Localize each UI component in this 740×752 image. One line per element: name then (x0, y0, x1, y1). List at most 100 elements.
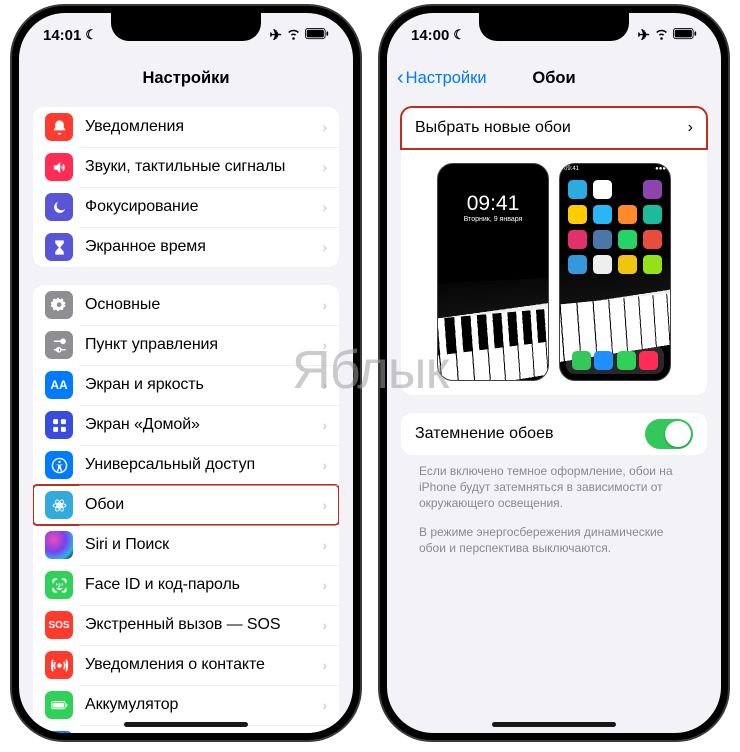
battery-icon (673, 27, 697, 44)
nav-header: ‹ Настройки Обои (387, 57, 721, 99)
back-label: Настройки (406, 69, 487, 88)
radio-icon (45, 651, 73, 679)
moon-icon (45, 193, 73, 221)
settings-row-экран-домой-[interactable]: Экран «Домой»› (33, 405, 339, 445)
sos-icon: SOS (45, 611, 73, 639)
preview-date: Вторник, 9 января (438, 216, 548, 223)
piano-wallpaper (437, 276, 549, 381)
dnd-moon-icon: ☾ (453, 27, 465, 43)
settings-row-экранное-время[interactable]: Экранное время› (33, 227, 339, 267)
row-label: Экран и яркость (85, 376, 322, 394)
row-label: Звуки, тактильные сигналы (85, 158, 322, 176)
grid-icon (45, 411, 73, 439)
chevron-right-icon: › (322, 239, 327, 255)
settings-row-звуки-тактильные-сигналы[interactable]: Звуки, тактильные сигналы› (33, 147, 339, 187)
notch (111, 13, 261, 41)
hourglass-icon (45, 233, 73, 261)
siri-icon (45, 531, 73, 559)
screen-left: 14:01 ☾ ✈︎ Настройки Уведомления›Звуки, … (19, 13, 353, 733)
settings-row-обои[interactable]: Обои› (33, 485, 339, 525)
settings-row-основные[interactable]: Основные› (33, 285, 339, 325)
dock (566, 346, 664, 374)
settings-row-экстренный-вызов-sos[interactable]: SOS Экстренный вызов — SOS› (33, 605, 339, 645)
app-icon (593, 255, 612, 274)
chevron-left-icon: ‹ (397, 68, 404, 88)
aa-icon: AA (45, 371, 73, 399)
settings-row-уведомления[interactable]: Уведомления› (33, 107, 339, 147)
bell-icon (45, 113, 73, 141)
settings-row-экран-и-яркость[interactable]: AA Экран и яркость› (33, 365, 339, 405)
row-label: Экстренный вызов — SOS (85, 616, 322, 634)
chevron-right-icon: › (322, 457, 327, 473)
chevron-right-icon: › (322, 199, 327, 215)
chevron-right-icon: › (322, 617, 327, 633)
choose-wallpaper-group: Выбрать новые обои › 09:41 Вторник, 9 ян… (401, 107, 707, 395)
app-icon (643, 255, 662, 274)
chevron-right-icon: › (322, 657, 327, 673)
hand-icon (45, 731, 73, 733)
settings-row-фокусирование[interactable]: Фокусирование› (33, 187, 339, 227)
settings-group-1: Уведомления›Звуки, тактильные сигналы›Фо… (33, 107, 339, 267)
page-title: Обои (532, 69, 575, 88)
app-icon (593, 205, 612, 224)
preview-clock: 09:41 (438, 192, 548, 216)
dnd-moon-icon: ☾ (85, 27, 97, 43)
chevron-right-icon: › (322, 537, 327, 553)
row-label: Универсальный доступ (85, 456, 322, 474)
settings-row-универсальный-доступ[interactable]: Универсальный доступ› (33, 445, 339, 485)
row-label: Основные (85, 296, 322, 314)
chevron-right-icon: › (322, 377, 327, 393)
homescreen-preview[interactable]: 09:41●●● (559, 163, 671, 381)
nav-header: Настройки (19, 57, 353, 99)
app-icon (568, 230, 587, 249)
app-icon (618, 230, 637, 249)
row-label: Аккумулятор (85, 696, 322, 714)
flower-icon (45, 491, 73, 519)
back-button[interactable]: ‹ Настройки (397, 68, 487, 88)
app-icon (568, 255, 587, 274)
settings-row-уведомления-о-контакте[interactable]: Уведомления о контакте› (33, 645, 339, 685)
home-indicator[interactable] (492, 722, 616, 727)
airplane-icon: ✈︎ (637, 26, 650, 44)
settings-row-face-id-и-код-пароль[interactable]: Face ID и код-пароль› (33, 565, 339, 605)
notch (479, 13, 629, 41)
wifi-icon (654, 26, 669, 45)
row-label: Экранное время (85, 238, 322, 256)
page-title: Настройки (142, 69, 229, 88)
app-icon (618, 255, 637, 274)
row-label: Пункт управления (85, 336, 322, 354)
row-label: Фокусирование (85, 198, 322, 216)
status-time: 14:00 (411, 27, 449, 44)
dim-wallpaper-row: Затемнение обоев (401, 413, 707, 455)
app-icon-grid (568, 180, 662, 274)
row-label: Экран «Домой» (85, 416, 322, 434)
app-icon (643, 205, 662, 224)
row-label: Обои (85, 496, 322, 514)
screen-right: 14:00 ☾ ✈︎ ‹ Настройки Обои (387, 13, 721, 733)
wallpaper-content[interactable]: Выбрать новые обои › 09:41 Вторник, 9 ян… (387, 99, 721, 733)
row-label: Siri и Поиск (85, 536, 322, 554)
wifi-icon (286, 26, 301, 45)
app-icon (618, 180, 637, 199)
app-icon (568, 205, 587, 224)
chevron-right-icon: › (322, 337, 327, 353)
chevron-right-icon: › (322, 159, 327, 175)
home-indicator[interactable] (124, 722, 248, 727)
choose-wallpaper-label: Выбрать новые обои (415, 119, 571, 137)
battery-icon (45, 691, 73, 719)
app-icon (643, 180, 662, 199)
settings-group-2: Основные›Пункт управления›AAЭкран и ярко… (33, 285, 339, 733)
lockscreen-preview[interactable]: 09:41 Вторник, 9 января (437, 163, 549, 381)
settings-row-аккумулятор[interactable]: Аккумулятор› (33, 685, 339, 725)
chevron-right-icon: › (688, 119, 693, 137)
footnote-2: В режиме энергосбережения динамические о… (401, 520, 707, 564)
settings-row-пункт-управления[interactable]: Пункт управления› (33, 325, 339, 365)
choose-new-wallpaper-row[interactable]: Выбрать новые обои › (401, 107, 707, 149)
settings-content[interactable]: Уведомления›Звуки, тактильные сигналы›Фо… (19, 99, 353, 733)
dim-wallpaper-toggle[interactable] (645, 419, 693, 449)
chevron-right-icon: › (322, 697, 327, 713)
settings-row-siri-и-поиск[interactable]: Siri и Поиск› (33, 525, 339, 565)
dim-toggle-group: Затемнение обоев (401, 413, 707, 455)
battery-icon (305, 27, 329, 44)
row-label: Уведомления (85, 118, 322, 136)
